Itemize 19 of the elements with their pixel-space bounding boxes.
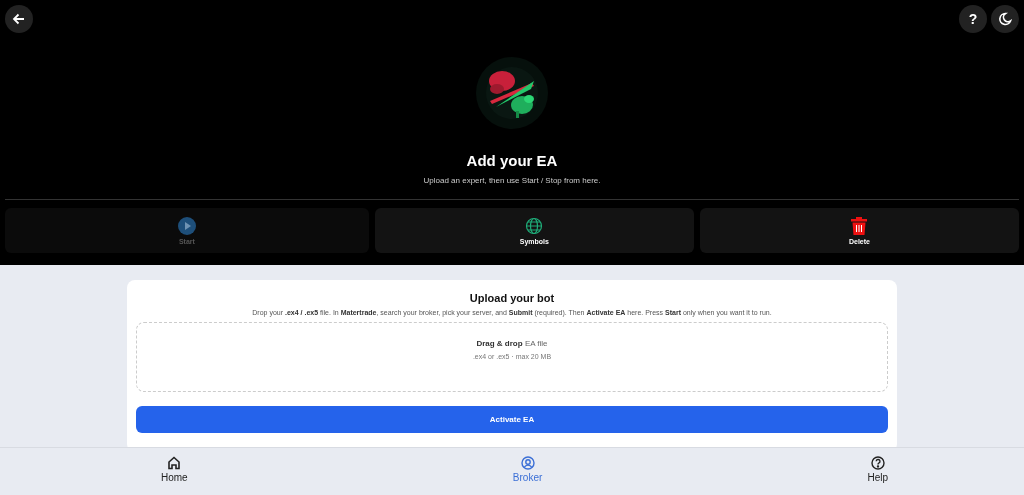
back-arrow-icon bbox=[12, 12, 26, 26]
theme-toggle-button[interactable] bbox=[991, 5, 1019, 33]
page-title: Add your EA bbox=[466, 152, 558, 169]
trash-icon bbox=[851, 216, 868, 235]
help-button[interactable]: ? bbox=[959, 5, 987, 33]
home-icon bbox=[167, 456, 182, 470]
help-icon bbox=[870, 456, 885, 470]
play-icon bbox=[177, 216, 196, 235]
page-subtitle: Upload an expert, then use Start / Stop from here. bbox=[423, 176, 601, 185]
nav-item[interactable]: Broker bbox=[506, 448, 549, 495]
globe-icon bbox=[525, 216, 544, 235]
back-button[interactable] bbox=[5, 5, 33, 33]
user-icon bbox=[520, 456, 535, 470]
drop-label: Drag & drop EA file bbox=[476, 339, 548, 348]
nav-item[interactable]: Home bbox=[155, 448, 194, 495]
moon-icon bbox=[998, 12, 1012, 26]
card-title: Upload your bot bbox=[469, 292, 555, 304]
activate-button[interactable]: Activate EA bbox=[136, 406, 888, 433]
nav-item[interactable]: Help bbox=[861, 448, 894, 495]
